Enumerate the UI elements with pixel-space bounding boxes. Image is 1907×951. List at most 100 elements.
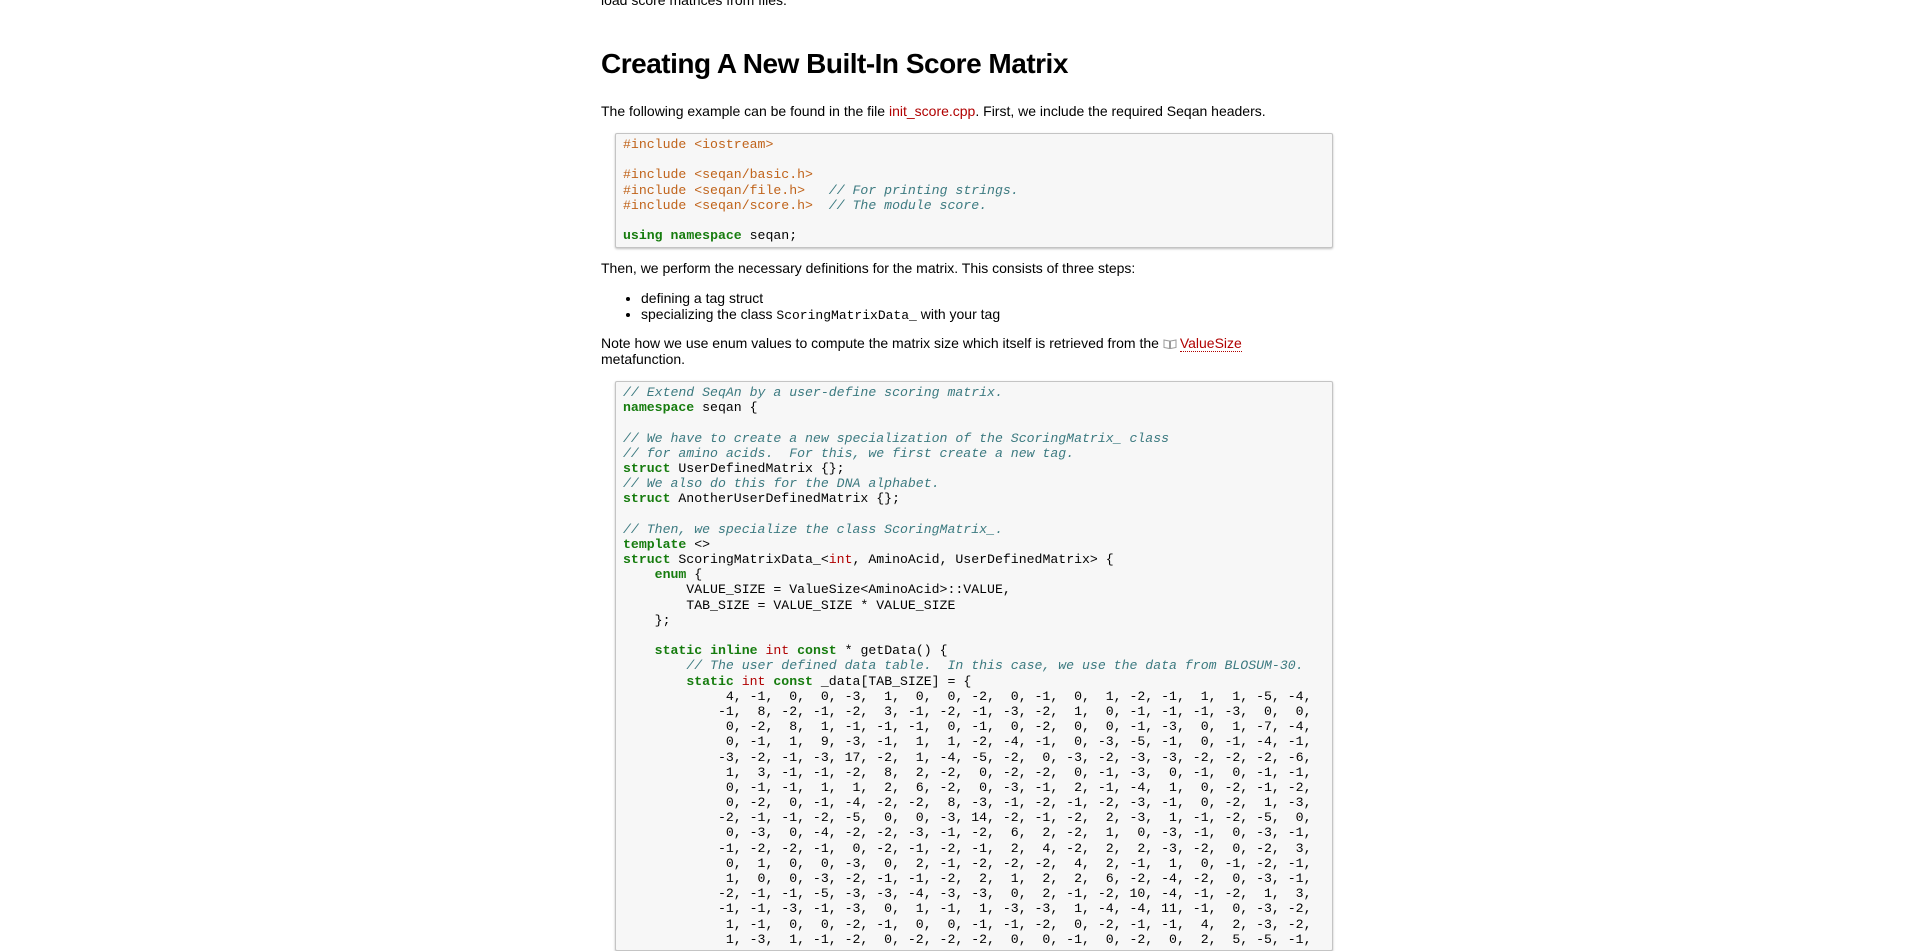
code-line: struct AnotherUserDefinedMatrix {}; [623, 491, 1325, 506]
paragraph-intro: The following example can be found in th… [601, 103, 1333, 119]
code-token: -2, -1, -1, -5, -3, -3, -4, -3, -3, 0, 2… [623, 886, 1312, 902]
code-line: 1, 0, 0, -3, -2, -1, -1, -2, 2, 1, 2, 2,… [623, 871, 1325, 886]
code-token: * getData() { [836, 643, 948, 659]
code-line: 1, 3, -1, -1, -2, 8, 2, -2, 0, -2, -2, 0… [623, 765, 1325, 780]
code-line: enum { [623, 567, 1325, 582]
code-line: TAB_SIZE = VALUE_SIZE * VALUE_SIZE [623, 598, 1325, 613]
code-token: seqan; [741, 228, 798, 244]
code-token: 0, -2, 8, 1, -1, -1, -1, 0, -1, 0, -2, 0… [623, 719, 1312, 735]
code-line: 0, -2, 8, 1, -1, -1, -1, 0, -1, 0, -2, 0… [623, 719, 1325, 734]
code-token: { [686, 567, 703, 583]
list-item: defining a tag struct [641, 290, 1000, 306]
code-token: // For printing strings. [828, 182, 1019, 198]
code-token: 0, -2, 0, -1, -4, -2, -2, 8, -3, -1, -2,… [623, 795, 1312, 811]
code-line: VALUE_SIZE = ValueSize<AminoAcid>::VALUE… [623, 582, 1325, 597]
code-line: // We also do this for the DNA alphabet. [623, 476, 1325, 491]
code-token: int [765, 643, 790, 659]
code-token: // We have to create a new specializatio… [623, 430, 1170, 446]
code-line: -2, -1, -1, -2, -5, 0, 0, -3, 14, -2, -1… [623, 810, 1325, 825]
code-line: 0, 1, 0, 0, -3, 0, 2, -1, -2, -2, -2, 4,… [623, 856, 1325, 871]
code-token: struct [623, 552, 671, 568]
valuesize-link[interactable]: ValueSize [1179, 335, 1242, 352]
code-line: 0, -3, 0, -4, -2, -2, -3, -1, -2, 6, 2, … [623, 825, 1325, 840]
code-line: #include <seqan/score.h> // The module s… [623, 198, 1325, 213]
code-line: #include <iostream> [623, 137, 1325, 152]
code-token: enum [654, 567, 687, 583]
paragraph-note: Note how we use enum values to compute t… [601, 335, 1333, 367]
code-block-headers: #include <iostream> #include <seqan/basic… [615, 133, 1333, 248]
code-line: struct UserDefinedMatrix {}; [623, 461, 1325, 476]
code-token: #include <seqan/score.h> [623, 197, 813, 213]
code-line: 0, -1, -1, 1, 1, 2, 6, -2, 0, -3, -1, 2,… [623, 780, 1325, 795]
code-token: UserDefinedMatrix {}; [670, 460, 845, 476]
code-token: struct [623, 460, 671, 476]
list-item-text-end: with your tag [916, 306, 1001, 322]
code-token: 1, 3, -1, -1, -2, 8, 2, -2, 0, -2, -2, 0… [623, 764, 1312, 780]
code-token: namespace [623, 400, 695, 416]
code-line: #include <seqan/basic.h> [623, 167, 1325, 182]
code-token: static [686, 673, 734, 689]
code-line: static int const _data[TAB_SIZE] = { [623, 674, 1325, 689]
code-line: 1, -1, 0, 0, -2, -1, 0, 0, -1, -1, -2, 0… [623, 917, 1325, 932]
code-token: -1, -1, -3, -1, -3, 0, 1, -1, 1, -3, -3,… [623, 901, 1312, 917]
code-token: <> [686, 536, 711, 552]
code-line: }; [623, 613, 1325, 628]
code-token: 0, -3, 0, -4, -2, -2, -3, -1, -2, 6, 2, … [623, 825, 1312, 841]
code-token: // The module score. [828, 197, 988, 213]
code-token: -1, -2, -2, -1, 0, -2, -1, -2, -1, 2, 4,… [623, 840, 1312, 856]
code-token: 1, 0, 0, -3, -2, -1, -1, -2, 2, 1, 2, 2,… [623, 871, 1312, 886]
code-token: , AminoAcid, UserDefinedMatrix> { [852, 552, 1114, 568]
code-token: #include <seqan/file.h> [623, 182, 806, 198]
inline-code: ScoringMatrixData_ [776, 308, 917, 323]
code-line: 4, -1, 0, 0, -3, 1, 0, 0, -2, 0, -1, 0, … [623, 689, 1325, 704]
code-token: ScoringMatrixData_< [670, 552, 829, 568]
paragraph-definitions: Then, we perform the necessary definitio… [601, 260, 1136, 276]
code-line: // for amino acids. For this, we first c… [623, 446, 1325, 461]
code-line: // Extend SeqAn by a user-define scoring… [623, 385, 1325, 400]
code-line: // We have to create a new specializatio… [623, 431, 1325, 446]
code-line: -2, -1, -1, -5, -3, -3, -4, -3, -3, 0, 2… [623, 886, 1325, 901]
code-token: int [741, 673, 766, 689]
code-token: VALUE_SIZE = ValueSize<AminoAcid>::VALUE… [623, 582, 1011, 598]
code-line: template <> [623, 537, 1325, 552]
code-token: // We also do this for the DNA alphabet. [623, 476, 940, 492]
code-token: template [623, 536, 687, 552]
code-line: // The user defined data table. In this … [623, 658, 1325, 673]
code-token: inline [710, 643, 758, 659]
code-token: const [773, 673, 813, 689]
code-line: 0, -2, 0, -1, -4, -2, -2, 8, -3, -1, -2,… [623, 795, 1325, 810]
code-token: -3, -2, -1, -3, 17, -2, 1, -4, -5, -2, 0… [623, 749, 1312, 765]
code-token: // The user defined data table. In this … [686, 658, 1304, 674]
code-token: 0, -1, -1, 1, 1, 2, 6, -2, 0, -3, -1, 2,… [623, 779, 1312, 795]
code-token: _data[TAB_SIZE] = { [812, 673, 972, 689]
code-line: 0, -1, 1, 9, -3, -1, 1, 1, -2, -4, -1, 0… [623, 734, 1325, 749]
code-line: -1, 8, -2, -1, -2, 3, -1, -2, -1, -3, -2… [623, 704, 1325, 719]
code-line: namespace seqan { [623, 400, 1325, 415]
code-token: int [828, 552, 853, 568]
code-block-matrix: // Extend SeqAn by a user-define scoring… [615, 381, 1333, 951]
code-token: TAB_SIZE = VALUE_SIZE * VALUE_SIZE [623, 597, 956, 613]
steps-list: defining a tag struct specializing the c… [601, 290, 1000, 324]
intro-tail-text: load score matrices from files. [601, 0, 787, 8]
code-line: static inline int const * getData() { [623, 643, 1325, 658]
section-heading: Creating A New Built-In Score Matrix [601, 48, 1068, 79]
code-line: using namespace seqan; [623, 228, 1325, 243]
code-token: 1, -1, 0, 0, -2, -1, 0, 0, -1, -1, -2, 0… [623, 916, 1312, 932]
list-item-text: specializing the class [641, 306, 777, 322]
code-token: -2, -1, -1, -2, -5, 0, 0, -3, 14, -2, -1… [623, 810, 1312, 826]
code-token: #include <iostream> [623, 137, 774, 152]
code-token: 0, -1, 1, 9, -3, -1, 1, 1, -2, -4, -1, 0… [623, 734, 1312, 750]
book-icon [1163, 339, 1177, 349]
code-line: -1, -2, -2, -1, 0, -2, -1, -2, -1, 2, 4,… [623, 841, 1325, 856]
init-score-file-link[interactable]: init_score.cpp [889, 103, 975, 119]
